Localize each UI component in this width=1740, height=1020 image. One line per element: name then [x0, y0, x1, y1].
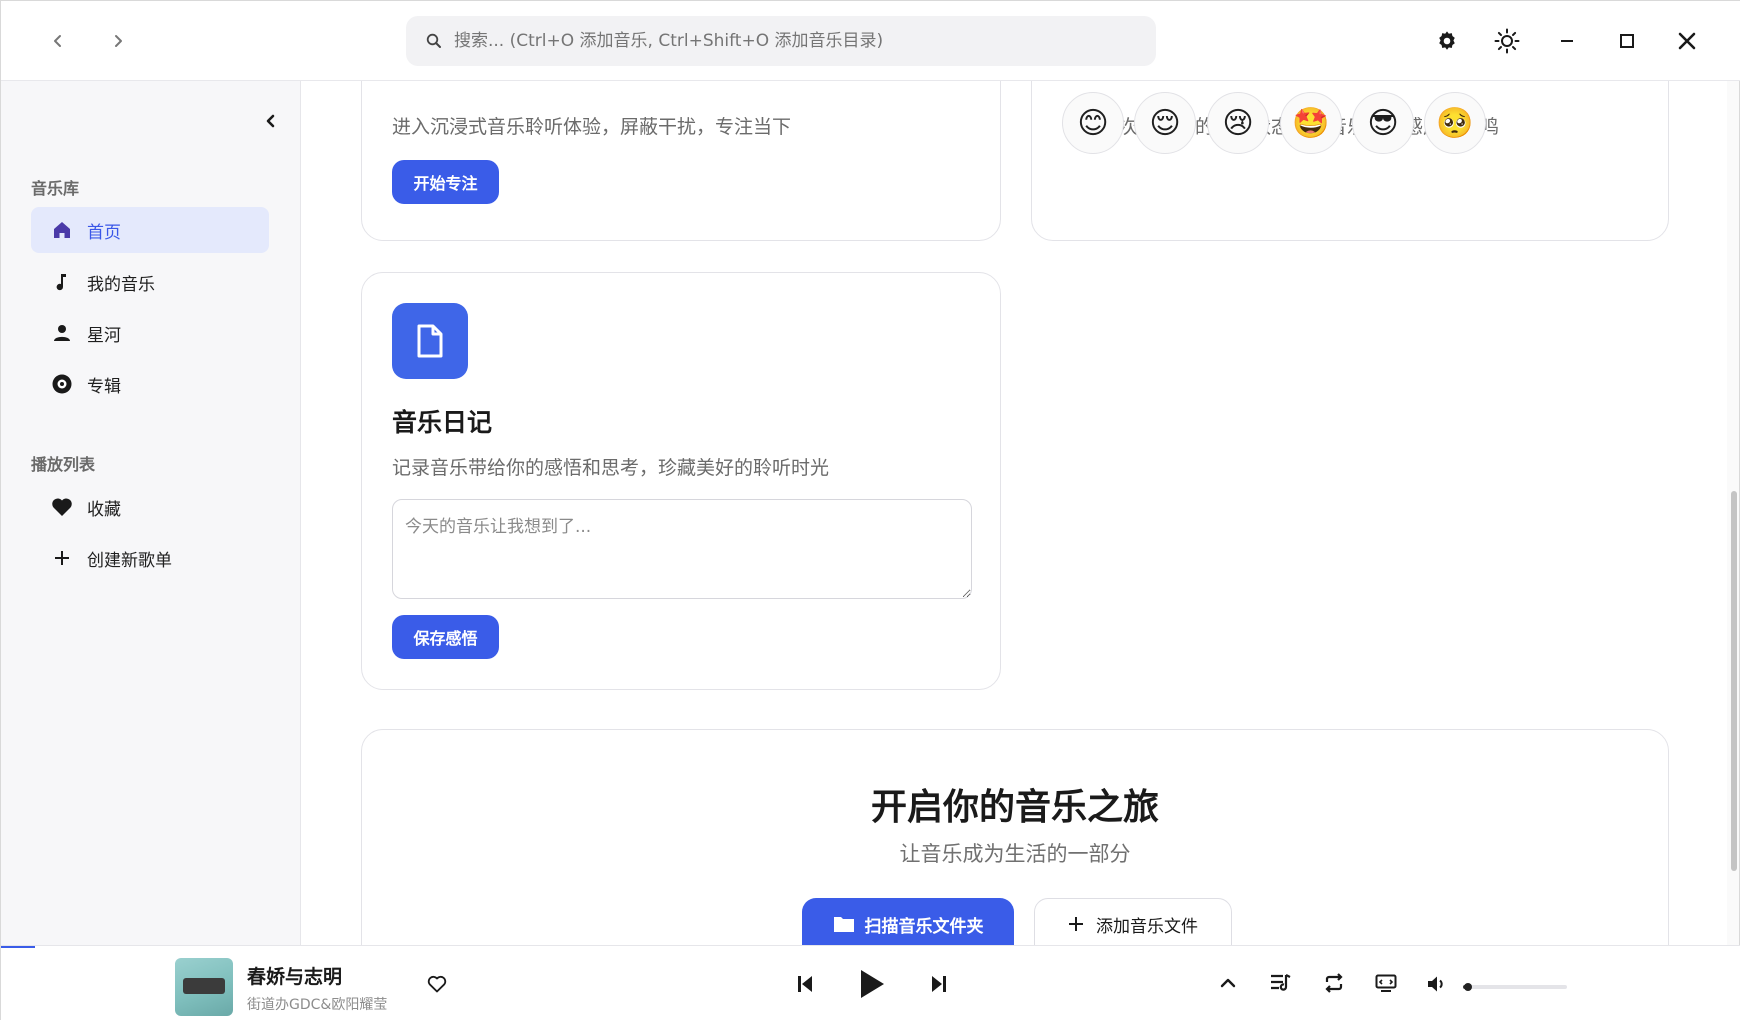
sidebar-item-label: 首页	[87, 222, 121, 243]
lyrics-button[interactable]	[1371, 968, 1401, 998]
next-track-button[interactable]	[925, 968, 953, 1000]
focus-mode-card: 进入沉浸式音乐聆听体验，屏蔽干扰，专注当下 开始专注	[361, 81, 1001, 241]
volume-slider[interactable]	[1463, 983, 1567, 991]
volume-icon	[1428, 976, 1443, 992]
maximize-button[interactable]	[1609, 23, 1645, 59]
mood-happy-button[interactable]: 😊	[1062, 92, 1124, 154]
heart-icon	[51, 496, 73, 518]
sidebar: 音乐库 首页 我的音乐 星河 专辑 播放列表 收藏 创建新歌单	[1, 81, 301, 945]
library-section-title: 音乐库	[31, 179, 80, 198]
playback-progress[interactable]	[1, 946, 35, 948]
save-diary-button[interactable]: 保存感悟	[392, 615, 499, 659]
scan-folder-button[interactable]: 扫描音乐文件夹	[802, 898, 1014, 945]
chevron-up-icon	[1220, 978, 1236, 988]
repeat-icon	[1325, 973, 1343, 993]
theme-toggle-button[interactable]	[1489, 23, 1525, 59]
previous-track-button[interactable]	[791, 968, 819, 1000]
start-focus-button[interactable]: 开始专注	[392, 160, 499, 204]
scrollbar-thumb[interactable]	[1731, 491, 1737, 871]
track-title: 春娇与志明	[247, 966, 343, 988]
queue-button[interactable]	[1266, 968, 1296, 998]
sidebar-item-label: 创建新歌单	[87, 550, 172, 571]
search-bar[interactable]	[406, 16, 1156, 66]
plus-icon	[1069, 917, 1083, 931]
skip-forward-icon	[932, 976, 946, 992]
diary-title: 音乐日记	[392, 408, 493, 437]
playlist-icon	[1271, 974, 1291, 991]
mute-button[interactable]	[1423, 970, 1451, 998]
scan-folder-label: 扫描音乐文件夹	[864, 916, 984, 937]
track-artist: 街道办GDC&欧阳耀莹	[247, 997, 388, 1013]
gear-icon	[1439, 31, 1455, 50]
mood-sad-button[interactable]: 😢	[1207, 92, 1269, 154]
skip-back-icon	[798, 976, 812, 992]
volume-slider-handle[interactable]	[1464, 983, 1472, 991]
lyrics-icon	[1375, 974, 1397, 992]
album-cover[interactable]	[175, 958, 233, 1016]
sidebar-item-label: 我的音乐	[87, 274, 155, 295]
search-icon	[426, 33, 441, 48]
like-button[interactable]	[423, 970, 451, 998]
mood-cool-button[interactable]: 😎	[1352, 92, 1414, 154]
sidebar-item-my-music[interactable]: 我的音乐	[31, 259, 269, 305]
diary-description: 记录音乐带给你的感悟和思考，珍藏美好的聆听时光	[392, 457, 830, 479]
play-button[interactable]	[853, 964, 891, 1004]
minimize-button[interactable]	[1549, 23, 1585, 59]
home-icon	[51, 219, 73, 241]
close-button[interactable]	[1669, 23, 1705, 59]
add-files-button[interactable]: 添加音乐文件	[1034, 898, 1232, 945]
mood-star-struck-button[interactable]: 🤩	[1280, 92, 1342, 154]
player-bar: 春娇与志明 街道办GDC&欧阳耀莹	[1, 945, 1740, 1020]
sidebar-item-favorites[interactable]: 收藏	[31, 484, 269, 530]
app-window: 音乐库 首页 我的音乐 星河 专辑 播放列表	[0, 0, 1740, 1020]
mood-relieved-button[interactable]: 😌	[1134, 92, 1196, 154]
forward-button[interactable]	[103, 26, 133, 56]
search-input[interactable]	[454, 31, 1134, 51]
sidebar-item-label: 星河	[87, 325, 121, 346]
journey-title: 开启你的音乐之旅	[870, 787, 1159, 828]
focus-card-description: 进入沉浸式音乐聆听体验，屏蔽干扰，专注当下	[392, 116, 792, 138]
settings-button[interactable]	[1429, 23, 1465, 59]
maximize-icon	[1620, 34, 1634, 48]
mood-record-card: 记录每次聆听时的心情状态，让音乐与情感产生共鸣 😊 😌 😢 🤩 😎 🥺	[1031, 81, 1669, 241]
plus-icon	[51, 547, 73, 569]
chevron-left-icon	[54, 35, 61, 47]
sidebar-item-label: 专辑	[87, 376, 121, 397]
music-note-icon	[51, 271, 73, 293]
expand-player-button[interactable]	[1215, 970, 1241, 996]
chevron-right-icon	[115, 35, 122, 47]
collapse-sidebar-button[interactable]	[259, 109, 283, 133]
sidebar-item-label: 收藏	[87, 499, 121, 520]
mood-emoji-row: 😊 😌 😢 🤩 😎 🥺	[1032, 92, 1668, 162]
main-content: 进入沉浸式音乐聆听体验，屏蔽干扰，专注当下 开始专注 记录每次聆听时的心情状态，…	[301, 81, 1739, 945]
sidebar-item-create-playlist[interactable]: 创建新歌单	[31, 535, 269, 581]
play-icon	[861, 970, 884, 998]
playlist-section-title: 播放列表	[31, 455, 96, 474]
minimize-icon	[1561, 40, 1573, 42]
sidebar-item-artist[interactable]: 星河	[31, 310, 269, 356]
close-icon	[1678, 32, 1696, 50]
journey-subtitle: 让音乐成为生活的一部分	[899, 842, 1131, 866]
sun-icon	[1494, 28, 1520, 54]
folder-icon	[833, 917, 854, 932]
chevron-left-icon	[266, 114, 275, 128]
document-icon	[392, 303, 468, 379]
sidebar-item-albums[interactable]: 专辑	[31, 361, 269, 407]
add-files-label: 添加音乐文件	[1096, 916, 1198, 937]
heart-outline-icon	[427, 975, 447, 993]
cover-art-detail	[183, 978, 225, 994]
diary-textarea[interactable]	[392, 499, 972, 599]
sidebar-item-home[interactable]: 首页	[31, 207, 269, 253]
title-bar	[1, 1, 1740, 81]
mood-pleading-button[interactable]: 🥺	[1424, 92, 1486, 154]
music-journey-card: 开启你的音乐之旅 让音乐成为生活的一部分 扫描音乐文件夹 添加音乐文件	[361, 729, 1669, 945]
back-button[interactable]	[43, 26, 73, 56]
repeat-button[interactable]	[1319, 968, 1349, 998]
user-icon	[51, 322, 73, 344]
music-diary-card: 音乐日记 记录音乐带给你的感悟和思考，珍藏美好的聆听时光 保存感悟	[361, 272, 1001, 690]
disc-icon	[51, 373, 73, 395]
